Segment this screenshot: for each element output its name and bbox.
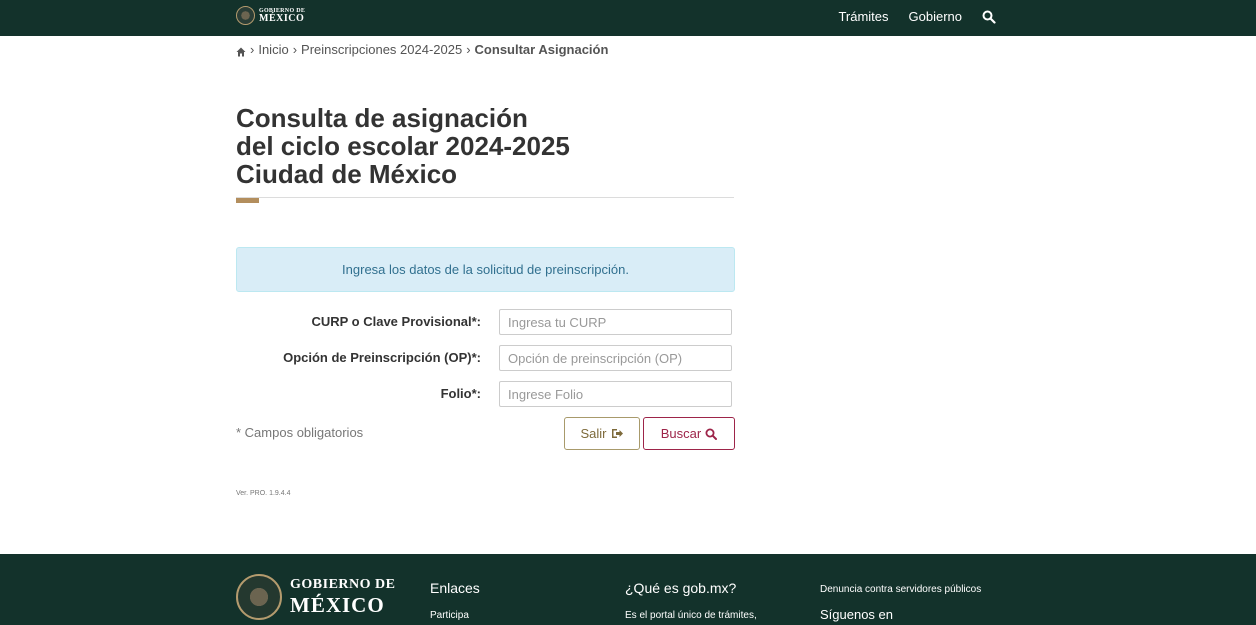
exit-button-label: Salir bbox=[580, 426, 607, 441]
footer-denuncia-link[interactable]: Denuncia contra servidores públicos bbox=[820, 584, 981, 595]
search-button-label: Buscar bbox=[660, 426, 702, 441]
footer-logo-line1: GOBIERNO DE bbox=[290, 577, 396, 592]
home-icon[interactable] bbox=[236, 45, 246, 56]
title-line-3: Ciudad de México bbox=[236, 159, 458, 189]
top-nav: Trámites Gobierno bbox=[818, 9, 996, 24]
footer-about-text: Es el portal único de trámites, bbox=[625, 610, 757, 621]
form-row-op: Opción de Preinscripción (OP)*: bbox=[236, 345, 736, 371]
footer: GOBIERNO DE MÉXICO Enlaces Participa ¿Qu… bbox=[0, 554, 1256, 625]
nav-gobierno[interactable]: Gobierno bbox=[909, 9, 962, 24]
footer-links-heading: Enlaces bbox=[430, 580, 480, 596]
gobierno-logo[interactable]: GOBIERNO DE MÉXICO bbox=[236, 6, 305, 25]
chevron-right-icon: › bbox=[466, 42, 471, 57]
info-alert: Ingresa los datos de la solicitud de pre… bbox=[236, 247, 735, 292]
chevron-right-icon: › bbox=[250, 42, 255, 57]
nav-tramites[interactable]: Trámites bbox=[838, 9, 888, 24]
breadcrumb-current: Consultar Asignación bbox=[474, 42, 609, 57]
footer-follow-heading: Síguenos en bbox=[820, 607, 894, 622]
exit-button[interactable]: Salir bbox=[564, 417, 640, 450]
footer-right-column: Denuncia contra servidores públicos Sígu… bbox=[820, 584, 981, 622]
breadcrumb-inicio[interactable]: Inicio bbox=[258, 42, 288, 57]
breadcrumb-preinscripciones[interactable]: Preinscripciones 2024-2025 bbox=[301, 42, 462, 57]
footer-about-heading: ¿Qué es gob.mx? bbox=[625, 580, 737, 596]
breadcrumb: › Inicio › Preinscripciones 2024-2025 › … bbox=[236, 42, 608, 57]
op-input[interactable] bbox=[499, 345, 732, 371]
logo-line2: MÉXICO bbox=[259, 12, 305, 24]
search-button[interactable]: Buscar bbox=[643, 417, 735, 450]
info-alert-text: Ingresa los datos de la solicitud de pre… bbox=[342, 262, 629, 277]
page-title: Consulta de asignación del ciclo escolar… bbox=[236, 104, 736, 188]
seal-icon bbox=[236, 574, 282, 620]
sign-out-icon bbox=[611, 429, 623, 438]
search-icon[interactable] bbox=[982, 10, 996, 24]
seal-icon bbox=[236, 6, 255, 25]
footer-logo[interactable]: GOBIERNO DE MÉXICO bbox=[236, 574, 395, 620]
title-accent-bar bbox=[236, 198, 259, 203]
footer-logo-line2: MÉXICO bbox=[290, 593, 385, 617]
folio-label: Folio*: bbox=[440, 386, 481, 401]
footer-about-column: ¿Qué es gob.mx? Es el portal único de tr… bbox=[625, 580, 757, 621]
form-row-curp: CURP o Clave Provisional*: bbox=[236, 309, 736, 335]
title-line-1: Consulta de asignación bbox=[236, 103, 528, 133]
top-navbar: GOBIERNO DE MÉXICO Trámites Gobierno bbox=[0, 0, 1256, 36]
chevron-right-icon: › bbox=[292, 42, 298, 57]
form-row-folio: Folio*: bbox=[236, 381, 736, 407]
search-icon bbox=[705, 428, 718, 440]
folio-input[interactable] bbox=[499, 381, 732, 407]
op-label: Opción de Preinscripción (OP)*: bbox=[283, 350, 481, 365]
title-divider bbox=[236, 197, 734, 198]
curp-label: CURP o Clave Provisional*: bbox=[311, 314, 481, 329]
required-note: * Campos obligatorios bbox=[236, 425, 364, 440]
footer-links-column: Enlaces Participa bbox=[430, 580, 480, 621]
footer-link-participa[interactable]: Participa bbox=[430, 610, 480, 621]
version-label: Ver. PRO. 1.9.4.4 bbox=[236, 490, 291, 497]
curp-input[interactable] bbox=[499, 309, 732, 335]
title-line-2: del ciclo escolar 2024-2025 bbox=[236, 131, 570, 161]
